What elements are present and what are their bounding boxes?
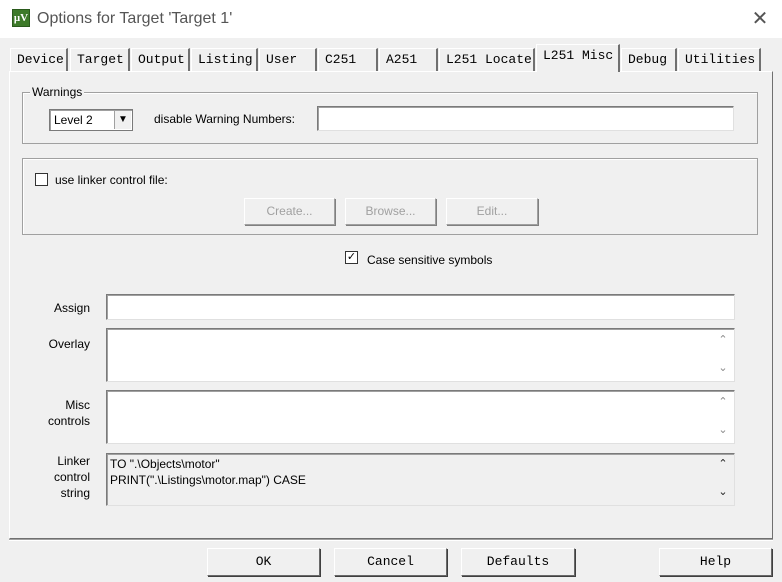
scroll-up-icon[interactable]: ⌃	[715, 457, 731, 470]
window-title: Options for Target 'Target 1'	[37, 10, 233, 27]
linker-control-string-textarea[interactable]: TO ".\Objects\motor" PRINT(".\Listings\m…	[106, 453, 735, 506]
tab-listing[interactable]: Listing	[191, 48, 258, 71]
tab-output[interactable]: Output	[131, 48, 190, 71]
help-button[interactable]: Help	[659, 548, 772, 576]
tab-c251[interactable]: C251	[318, 48, 378, 71]
assign-label: Assign	[53, 301, 90, 315]
ok-button[interactable]: OK	[207, 548, 320, 576]
linker-control-label-line2: control	[53, 470, 90, 484]
misc-controls-textarea[interactable]	[106, 390, 735, 444]
divider	[9, 539, 773, 541]
disable-warning-label: disable Warning Numbers:	[154, 112, 295, 126]
tab-l251-misc[interactable]: L251 Misc	[536, 44, 620, 72]
tab-utilities[interactable]: Utilities	[678, 48, 761, 71]
tab-l251-locate[interactable]: L251 Locate	[439, 48, 535, 71]
scroll-down-icon[interactable]: ⌄	[715, 361, 731, 374]
tab-a251[interactable]: A251	[379, 48, 438, 71]
assign-input[interactable]	[106, 294, 735, 320]
scroll-up-icon[interactable]: ⌃	[715, 395, 731, 408]
defaults-button[interactable]: Defaults	[461, 548, 575, 576]
close-icon[interactable]: ✕	[746, 6, 774, 32]
overlay-label: Overlay	[48, 337, 90, 351]
use-linker-file-checkbox[interactable]	[35, 173, 48, 186]
tab-user[interactable]: User	[259, 48, 317, 71]
disable-warning-numbers-input[interactable]	[317, 106, 734, 131]
chevron-down-icon[interactable]: ▼	[114, 111, 131, 129]
use-linker-file-label: use linker control file:	[55, 173, 168, 187]
misc-controls-label-line2: controls	[47, 414, 90, 428]
linker-control-label-line1: Linker	[57, 454, 90, 468]
title-bar: μV Options for Target 'Target 1' ✕	[0, 0, 782, 38]
case-sensitive-label: Case sensitive symbols	[367, 253, 493, 267]
overlay-textarea[interactable]	[106, 328, 735, 382]
warning-level-value: Level 2	[54, 113, 93, 127]
tab-debug[interactable]: Debug	[621, 48, 677, 71]
warnings-group-label: Warnings	[30, 85, 85, 99]
create-button[interactable]: Create...	[244, 198, 335, 225]
cancel-button[interactable]: Cancel	[334, 548, 447, 576]
browse-button[interactable]: Browse...	[345, 198, 436, 225]
scroll-up-icon[interactable]: ⌃	[715, 333, 731, 346]
warning-level-select[interactable]: Level 2 ▼	[49, 109, 133, 131]
keil-uvision-icon: μV	[12, 9, 30, 27]
edit-button[interactable]: Edit...	[446, 198, 538, 225]
tab-device[interactable]: Device	[10, 48, 68, 71]
case-sensitive-checkbox[interactable]: ✓	[345, 251, 358, 264]
linker-control-label-line3: string	[60, 486, 90, 500]
scroll-down-icon[interactable]: ⌄	[715, 485, 731, 498]
misc-controls-label-line1: Misc	[65, 398, 90, 412]
tab-target[interactable]: Target	[70, 48, 130, 71]
scroll-down-icon[interactable]: ⌄	[715, 423, 731, 436]
